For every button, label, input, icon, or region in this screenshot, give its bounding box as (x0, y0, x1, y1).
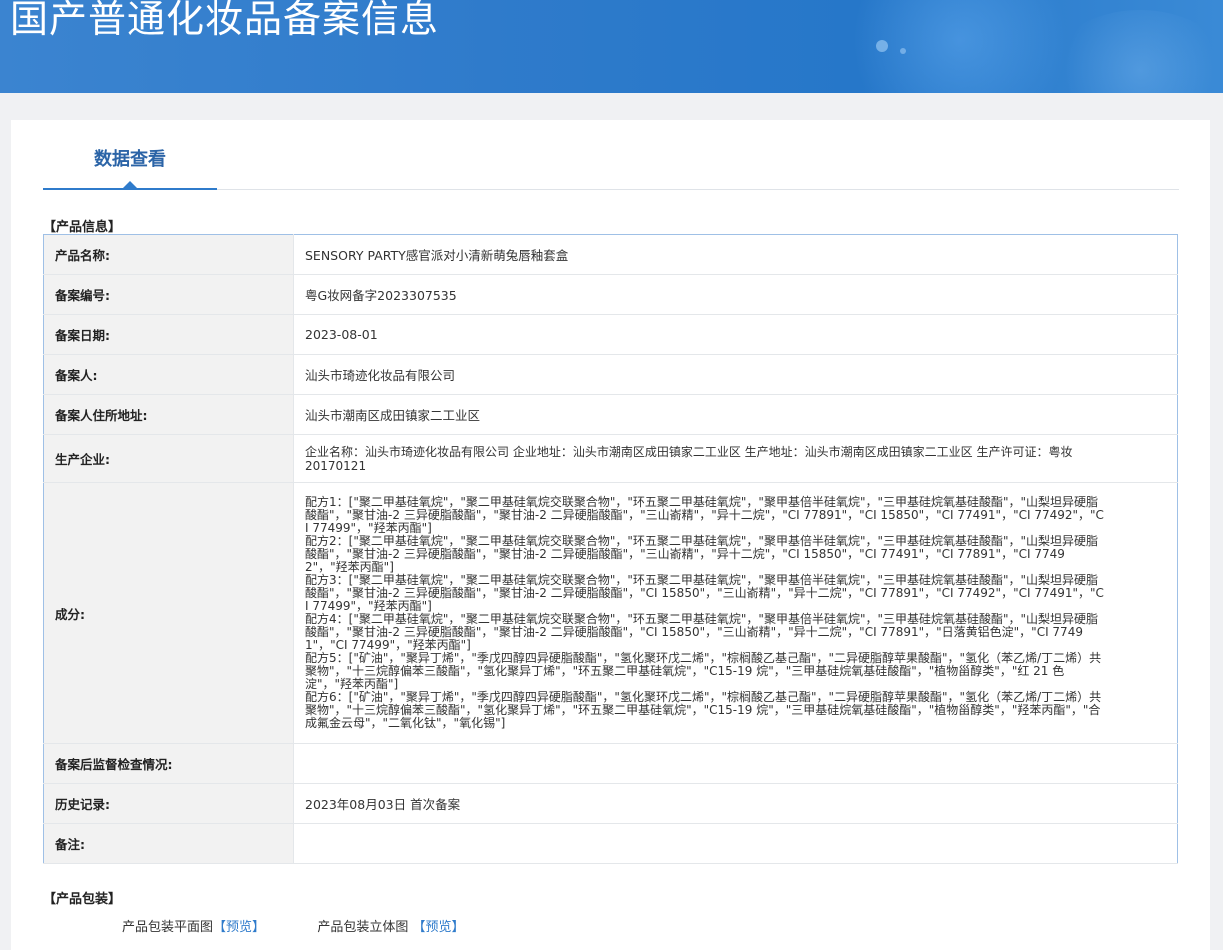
tab-bar: 数据查看 (43, 120, 1179, 190)
packaging-links: 产品包装平面图【预览】 产品包装立体图 【预览】 (122, 916, 464, 935)
packaging-solid-label: 产品包装立体图 (317, 920, 409, 935)
table-row: 历史记录: 2023年08月03日 首次备案 (43, 783, 1178, 824)
page-title: 国产普通化妆品备案信息 (10, 0, 440, 41)
row-value: 企业名称：汕头市琦迹化妆品有限公司 企业地址：汕头市潮南区成田镇家二工业区 生产… (293, 434, 1178, 483)
tab-data-view[interactable]: 数据查看 (43, 120, 217, 190)
row-value: 汕头市潮南区成田镇家二工业区 (293, 394, 1178, 435)
row-value: 2023年08月03日 首次备案 (293, 783, 1178, 824)
formula-item: 配方4：["聚二甲基硅氧烷"，"聚二甲基硅氧烷交联聚合物"，"环五聚二甲基硅氧烷… (305, 612, 1099, 652)
tab-active-indicator (123, 181, 137, 188)
row-value: 汕头市琦迹化妆品有限公司 (293, 354, 1178, 395)
table-row: 生产企业: 企业名称：汕头市琦迹化妆品有限公司 企业地址：汕头市潮南区成田镇家二… (43, 434, 1178, 483)
row-value (293, 823, 1178, 864)
table-row: 备案日期: 2023-08-01 (43, 314, 1178, 355)
row-value (293, 743, 1178, 784)
banner-decoration (876, 40, 888, 52)
formula-item: 配方2：["聚二甲基硅氧烷"，"聚二甲基硅氧烷交联聚合物"，"环五聚二甲基硅氧烷… (305, 534, 1099, 574)
row-label: 备案后监督检查情况: (43, 743, 294, 784)
packaging-solid-preview-link[interactable]: 【预览】 (412, 916, 464, 935)
table-row: 产品名称: SENSORY PARTY感官派对小清新萌兔唇釉套盒 (43, 234, 1178, 275)
table-row: 备案人: 汕头市琦迹化妆品有限公司 (43, 354, 1178, 395)
row-label: 备案编号: (43, 274, 294, 315)
row-value: SENSORY PARTY感官派对小清新萌兔唇釉套盒 (293, 234, 1178, 275)
row-label: 备案人: (43, 354, 294, 395)
formula-item: 配方5：["矿油"，"聚异丁烯"，"季戊四醇四异硬脂酸酯"，"氢化聚环戊二烯"，… (305, 651, 1102, 691)
row-value: 粤G妆网备字2023307535 (293, 274, 1178, 315)
ingredients-list: 配方1：["聚二甲基硅氧烷"，"聚二甲基硅氧烷交联聚合物"，"环五聚二甲基硅氧烷… (293, 482, 1178, 744)
table-row: 成分: 配方1：["聚二甲基硅氧烷"，"聚二甲基硅氧烷交联聚合物"，"环五聚二甲… (43, 482, 1178, 744)
row-label: 备案日期: (43, 314, 294, 355)
table-row: 备案人住所地址: 汕头市潮南区成田镇家二工业区 (43, 394, 1178, 435)
table-row: 备注: (43, 823, 1178, 864)
product-info-table: 产品名称: SENSORY PARTY感官派对小清新萌兔唇釉套盒 备案编号: 粤… (43, 234, 1178, 864)
row-label: 备注: (43, 823, 294, 864)
row-label: 成分: (43, 482, 294, 744)
table-row: 备案后监督检查情况: (43, 743, 1178, 784)
row-label: 产品名称: (43, 234, 294, 275)
content-panel: 数据查看 【产品信息】 产品名称: SENSORY PARTY感官派对小清新萌兔… (11, 120, 1210, 950)
banner-decoration (900, 48, 906, 54)
row-value: 2023-08-01 (293, 314, 1178, 355)
packaging-flat-label: 产品包装平面图 (122, 920, 214, 935)
row-label: 历史记录: (43, 783, 294, 824)
section-title-packaging: 【产品包装】 (43, 892, 122, 907)
formula-item: 配方1：["聚二甲基硅氧烷"，"聚二甲基硅氧烷交联聚合物"，"环五聚二甲基硅氧烷… (305, 495, 1104, 535)
row-label: 备案人住所地址: (43, 394, 294, 435)
row-label: 生产企业: (43, 434, 294, 483)
tab-label: 数据查看 (94, 149, 166, 170)
formula-item: 配方3：["聚二甲基硅氧烷"，"聚二甲基硅氧烷交联聚合物"，"环五聚二甲基硅氧烷… (305, 573, 1104, 613)
section-title-product-info: 【产品信息】 (43, 220, 122, 235)
packaging-flat-preview-link[interactable]: 【预览】 (213, 916, 265, 935)
table-row: 备案编号: 粤G妆网备字2023307535 (43, 274, 1178, 315)
header-banner: 国产普通化妆品备案信息 (0, 0, 1223, 93)
formula-item: 配方6：["矿油"，"聚异丁烯"，"季戊四醇四异硬脂酸酯"，"氢化聚环戊二烯"，… (305, 690, 1102, 730)
